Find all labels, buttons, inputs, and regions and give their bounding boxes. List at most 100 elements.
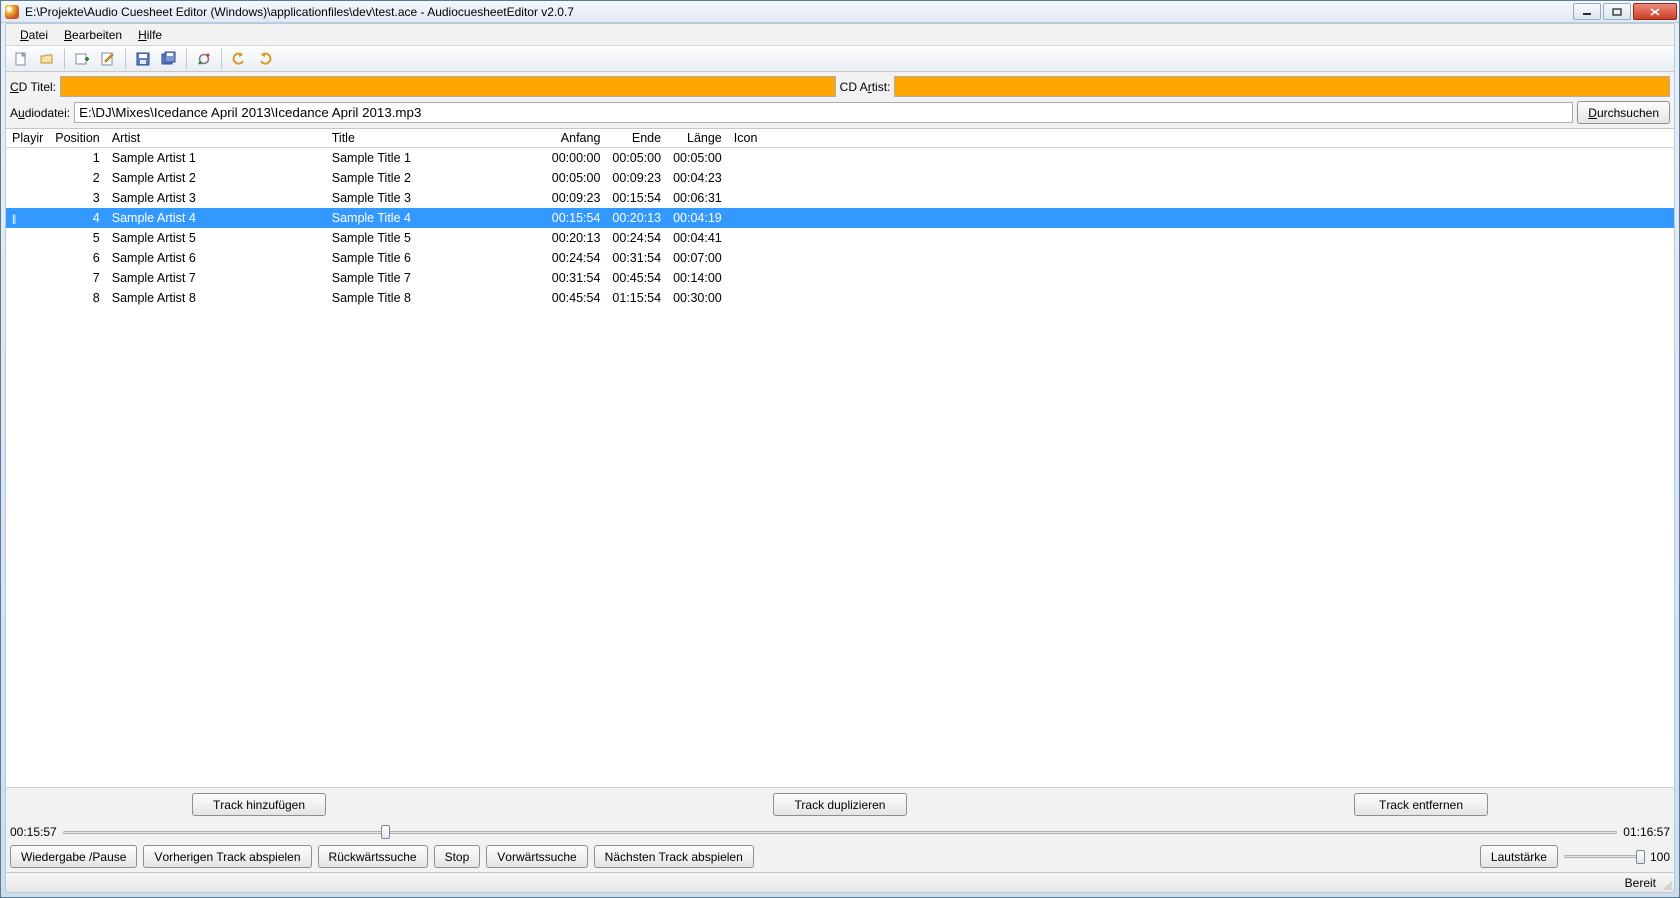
app-icon	[5, 5, 19, 19]
menu-datei[interactable]: Datei	[12, 26, 56, 44]
cell-laenge: 00:07:00	[667, 248, 728, 268]
duplicate-track-button[interactable]: Track duplizieren	[773, 793, 907, 816]
cell-position: 6	[49, 248, 105, 268]
seek-row: 00:15:57 01:16:57	[6, 821, 1674, 841]
cell-title: Sample Title 5	[326, 228, 546, 248]
track-grid[interactable]: Playir Position Artist Title Anfang Ende…	[6, 128, 1674, 787]
toolbar-separator	[125, 49, 126, 69]
audiofile-input[interactable]	[74, 102, 1573, 123]
table-row[interactable]: 3Sample Artist 3Sample Title 300:09:2300…	[6, 188, 1674, 208]
cell-anfang: 00:05:00	[546, 168, 607, 188]
seek-back-button[interactable]: Rückwärtssuche	[318, 845, 428, 868]
seek-slider[interactable]	[63, 823, 1618, 841]
remove-track-button[interactable]: Track entfernen	[1354, 793, 1488, 816]
cell-ende: 00:24:54	[606, 228, 667, 248]
col-title[interactable]: Title	[326, 129, 546, 148]
cell-ende: 01:15:54	[606, 288, 667, 308]
cell-playing	[6, 248, 49, 268]
maximize-button[interactable]	[1603, 3, 1631, 20]
edit-icon[interactable]	[97, 48, 119, 70]
table-row[interactable]: 6Sample Artist 6Sample Title 600:24:5400…	[6, 248, 1674, 268]
cell-icon	[728, 168, 1674, 188]
open-file-icon[interactable]	[36, 48, 58, 70]
browse-button[interactable]: Durchsuchen	[1577, 101, 1670, 124]
redo-icon[interactable]	[254, 48, 276, 70]
cell-artist: Sample Artist 2	[106, 168, 326, 188]
cell-title: Sample Title 6	[326, 248, 546, 268]
cell-laenge: 00:30:00	[667, 288, 728, 308]
cd-title-input[interactable]	[60, 76, 836, 97]
cell-playing	[6, 148, 49, 169]
new-file-icon[interactable]	[10, 48, 32, 70]
cell-artist: Sample Artist 4	[106, 208, 326, 228]
cell-anfang: 00:31:54	[546, 268, 607, 288]
cell-playing	[6, 288, 49, 308]
cell-position: 2	[49, 168, 105, 188]
cell-anfang: 00:00:00	[546, 148, 607, 169]
cell-title: Sample Title 2	[326, 168, 546, 188]
col-artist[interactable]: Artist	[106, 129, 326, 148]
cell-position: 3	[49, 188, 105, 208]
undo-icon[interactable]	[228, 48, 250, 70]
volume-thumb[interactable]	[1636, 850, 1645, 864]
seek-fwd-button[interactable]: Vorwärtssuche	[486, 845, 587, 868]
cell-laenge: 00:06:31	[667, 188, 728, 208]
prev-track-button[interactable]: Vorherigen Track abspielen	[143, 845, 311, 868]
col-ende[interactable]: Ende	[606, 129, 667, 148]
col-icon[interactable]: Icon	[728, 129, 1674, 148]
titlebar[interactable]: E:\Projekte\Audio Cuesheet Editor (Windo…	[1, 1, 1679, 23]
cell-playing	[6, 268, 49, 288]
cell-icon	[728, 248, 1674, 268]
table-row[interactable]: 8Sample Artist 8Sample Title 800:45:5401…	[6, 288, 1674, 308]
cell-title: Sample Title 8	[326, 288, 546, 308]
cell-title: Sample Title 1	[326, 148, 546, 169]
col-position[interactable]: Position	[49, 129, 105, 148]
cell-anfang: 00:20:13	[546, 228, 607, 248]
save-icon[interactable]	[132, 48, 154, 70]
cell-icon	[728, 268, 1674, 288]
cell-title: Sample Title 4	[326, 208, 546, 228]
cell-artist: Sample Artist 1	[106, 148, 326, 169]
col-anfang[interactable]: Anfang	[546, 129, 607, 148]
audiofile-label: Audiodatei:	[10, 106, 70, 120]
col-laenge[interactable]: Länge	[667, 129, 728, 148]
add-track-button[interactable]: Track hinzufügen	[192, 793, 326, 816]
cell-artist: Sample Artist 6	[106, 248, 326, 268]
cell-ende: 00:05:00	[606, 148, 667, 169]
minimize-button[interactable]	[1573, 3, 1601, 20]
table-row[interactable]: ||4Sample Artist 4Sample Title 400:15:54…	[6, 208, 1674, 228]
close-button[interactable]	[1633, 3, 1677, 20]
settings-icon[interactable]	[193, 48, 215, 70]
table-row[interactable]: 5Sample Artist 5Sample Title 500:20:1300…	[6, 228, 1674, 248]
volume-slider[interactable]	[1564, 848, 1644, 866]
cell-ende: 00:31:54	[606, 248, 667, 268]
next-track-button[interactable]: Nächsten Track abspielen	[594, 845, 754, 868]
table-row[interactable]: 1Sample Artist 1Sample Title 100:00:0000…	[6, 148, 1674, 169]
window-controls	[1573, 3, 1677, 20]
table-row[interactable]: 2Sample Artist 2Sample Title 200:05:0000…	[6, 168, 1674, 188]
transport-row: Wiedergabe / Pause Vorherigen Track absp…	[6, 841, 1674, 872]
cell-title: Sample Title 7	[326, 268, 546, 288]
window-title: E:\Projekte\Audio Cuesheet Editor (Windo…	[25, 5, 1675, 19]
cell-laenge: 00:05:00	[667, 148, 728, 169]
toolbar-separator	[64, 49, 65, 69]
menu-hilfe[interactable]: Hilfe	[130, 26, 170, 44]
cell-icon	[728, 188, 1674, 208]
stop-button[interactable]: Stop	[434, 845, 481, 868]
cell-playing: ||	[6, 208, 49, 228]
cell-position: 5	[49, 228, 105, 248]
table-row[interactable]: 7Sample Artist 7Sample Title 700:31:5400…	[6, 268, 1674, 288]
menu-label: atei	[29, 28, 48, 42]
col-playing[interactable]: Playir	[6, 129, 49, 148]
seek-thumb[interactable]	[381, 825, 390, 839]
volume-button[interactable]: Lautstärke	[1480, 845, 1558, 868]
menubar: Datei Bearbeiten Hilfe	[6, 24, 1674, 46]
add-track-icon[interactable]	[71, 48, 93, 70]
pause-icon: ||	[12, 214, 15, 225]
cell-title: Sample Title 3	[326, 188, 546, 208]
save-all-icon[interactable]	[158, 48, 180, 70]
column-header-row: Playir Position Artist Title Anfang Ende…	[6, 129, 1674, 148]
menu-bearbeiten[interactable]: Bearbeiten	[56, 26, 130, 44]
play-pause-button[interactable]: Wiedergabe / Pause	[10, 845, 137, 868]
cd-artist-input[interactable]	[894, 76, 1670, 97]
